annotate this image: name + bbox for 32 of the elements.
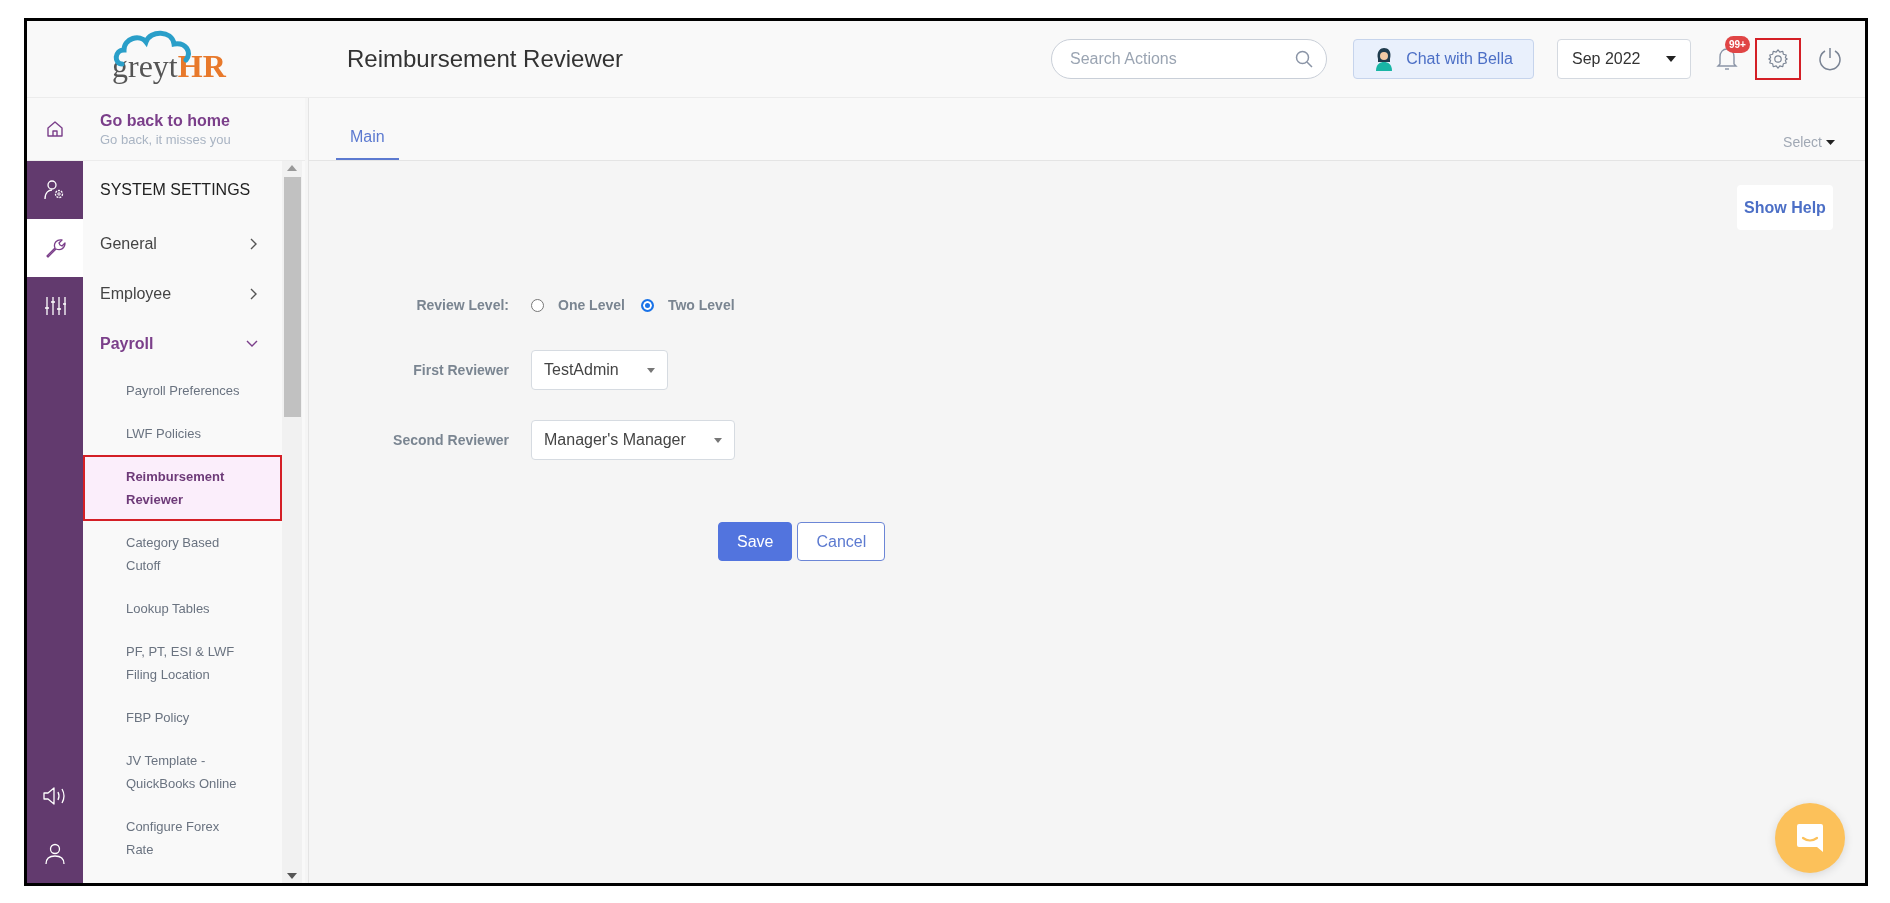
sidebar-section[interactable]: General xyxy=(83,219,282,269)
sidebar-item[interactable]: PF, PT, ESI & LWF Filing Location xyxy=(83,630,282,696)
sidebar-heading: SYSTEM SETTINGS xyxy=(99,180,252,200)
tab[interactable]: Main xyxy=(336,128,399,160)
save-button[interactable]: Save xyxy=(718,522,793,561)
field-label: Review Level: xyxy=(415,297,509,313)
sidebar-item[interactable]: Payroll Preferences xyxy=(83,369,282,412)
field-label: Second Reviewer xyxy=(392,432,509,448)
home-link[interactable]: Go back to home xyxy=(100,111,231,130)
home-subtitle: Go back, it misses you xyxy=(100,131,231,147)
sidebar-item[interactable]: Reimbursement Reviewer xyxy=(83,455,282,521)
sidebar-item[interactable]: FBP Policy xyxy=(83,696,282,739)
radio-label[interactable]: One Level xyxy=(558,297,625,313)
sidebar-section[interactable]: Employee xyxy=(83,269,282,319)
page-title: Reimbursement Reviewer xyxy=(347,45,625,73)
show-help-button[interactable]: Show Help xyxy=(1737,185,1833,230)
reviewer-dropdown[interactable]: TestAdmin xyxy=(531,350,668,390)
sidebar-item[interactable]: Configure Forex Rate xyxy=(83,805,282,871)
search-field[interactable]: Search Actions xyxy=(1051,39,1327,79)
sidebar-item[interactable]: Lookup Tables xyxy=(83,587,282,630)
period-dropdown[interactable]: Sep 2022 xyxy=(1557,39,1691,79)
sidebar-item[interactable]: LWF Policies xyxy=(83,412,282,455)
radio-label[interactable]: Two Level xyxy=(667,297,735,313)
field-label: First Reviewer xyxy=(412,362,509,378)
reviewer-dropdown[interactable]: Manager's Manager xyxy=(531,420,735,460)
cancel-button[interactable]: Cancel xyxy=(797,522,886,561)
sidebar-section[interactable]: Payroll xyxy=(83,319,282,369)
logo[interactable]: greytHR xyxy=(112,33,226,85)
notification-badge: 99+ xyxy=(1725,36,1750,53)
sidebar-item[interactable]: JV Template - QuickBooks Online xyxy=(83,739,282,805)
chat-button[interactable]: Chat with Bella xyxy=(1353,39,1534,79)
sidebar-item[interactable]: Category Based Cutoff xyxy=(83,521,282,587)
